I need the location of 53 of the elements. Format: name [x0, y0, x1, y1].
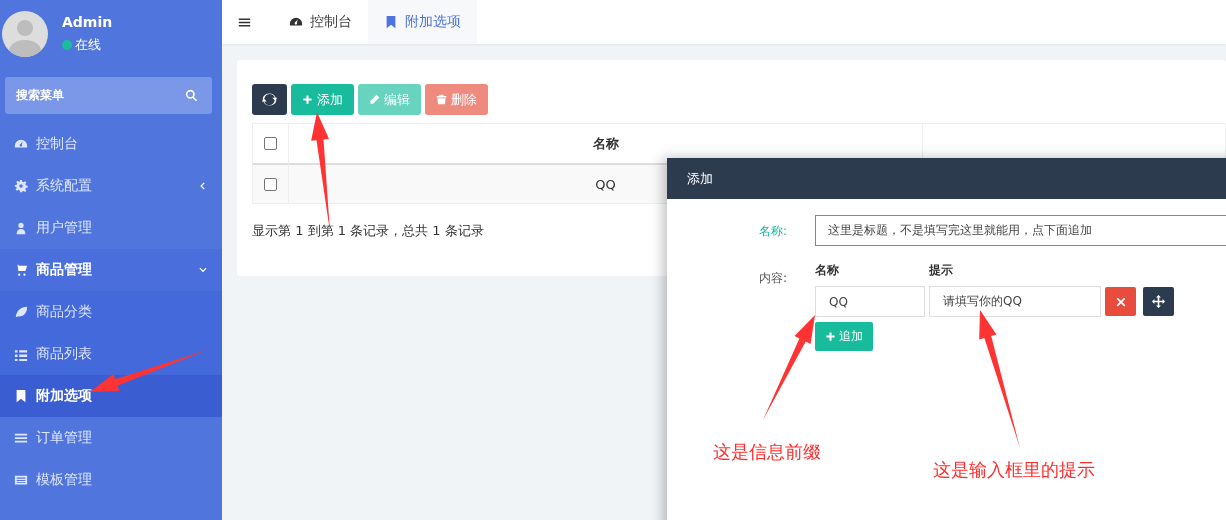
- chevron-down-icon: [198, 265, 208, 275]
- dialog-title: 添加: [667, 158, 1226, 199]
- tab[interactable]: 控制台: [273, 0, 368, 44]
- checkbox[interactable]: [264, 137, 277, 150]
- sidebar-item[interactable]: 模板管理: [0, 459, 222, 501]
- annotation-text: 这是输入框里的提示: [933, 458, 1095, 482]
- sidebar-item[interactable]: 系统配置: [0, 165, 222, 207]
- sidebar-item[interactable]: 订单管理: [0, 417, 222, 459]
- input-field[interactable]: 请填写你的QQ: [929, 286, 1101, 317]
- plus-icon: [825, 331, 836, 342]
- gauge-icon: [289, 15, 303, 29]
- pencil-icon: [369, 94, 380, 105]
- person-icon: [14, 221, 28, 235]
- field-label: 名称:: [757, 223, 787, 240]
- move-icon: [1152, 295, 1165, 308]
- trash-icon: [436, 94, 447, 105]
- input-field[interactable]: QQ: [815, 286, 925, 317]
- sidebar-item[interactable]: 商品列表: [0, 333, 222, 375]
- add-button[interactable]: 添加: [291, 84, 354, 115]
- sync-icon: [262, 92, 277, 107]
- list-icon: [14, 347, 28, 361]
- plus-icon: [302, 94, 313, 105]
- checkbox[interactable]: [264, 177, 277, 191]
- move-button[interactable]: [1143, 287, 1174, 316]
- bookmark-icon: [14, 389, 28, 403]
- sidebar-item[interactable]: 附加选项: [0, 375, 222, 417]
- field-label: 内容:: [757, 270, 787, 287]
- tab[interactable]: 附加选项: [368, 0, 477, 44]
- menu-icon: [238, 15, 251, 29]
- column-header: 名称: [815, 262, 840, 279]
- chevron-left-icon: [198, 181, 208, 191]
- menu-icon: [14, 431, 28, 445]
- gauge-icon: [14, 137, 28, 151]
- search-icon: [185, 89, 198, 102]
- bookmark-icon: [384, 15, 398, 29]
- user-name: Admin: [62, 14, 113, 30]
- column-header: 提示: [929, 262, 953, 279]
- leaf-icon: [14, 305, 28, 319]
- search-field[interactable]: 搜索菜单: [5, 77, 212, 114]
- append-button[interactable]: 追加: [815, 322, 873, 351]
- sidebar-item[interactable]: 控制台: [0, 123, 222, 165]
- status-text: 在线: [75, 36, 101, 54]
- refresh-button[interactable]: [252, 84, 287, 115]
- close-icon: [1115, 296, 1126, 307]
- panel-icon: [14, 473, 28, 487]
- sidebar-item[interactable]: 商品管理: [0, 249, 222, 291]
- sidebar-item[interactable]: 商品分类: [0, 291, 222, 333]
- gear-icon: [14, 179, 28, 193]
- name-field[interactable]: 这里是标题，不是填写完这里就能用，点下面追加: [815, 215, 1226, 246]
- annotation-text: 这是信息前缀: [713, 440, 821, 464]
- pagination-info: 显示第 1 到第 1 条记录，总共 1 条记录: [252, 222, 484, 240]
- remove-button[interactable]: [1105, 287, 1136, 316]
- sidebar-item[interactable]: 用户管理: [0, 207, 222, 249]
